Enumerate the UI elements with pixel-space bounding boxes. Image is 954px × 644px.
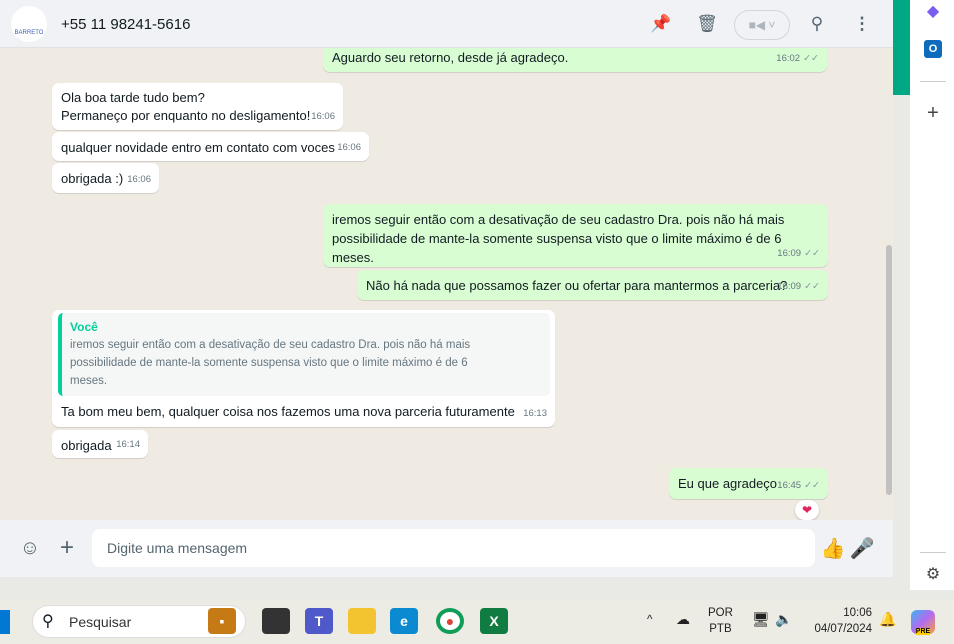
message-text: obrigada :): [61, 171, 124, 186]
pin-icon[interactable]: 📌: [649, 12, 673, 36]
cloud-offline-icon[interactable]: ☁: [676, 611, 690, 627]
message-time: 16:14: [116, 439, 140, 450]
message-outgoing[interactable]: Eu que agradeço 16:45 ✓✓: [669, 468, 828, 499]
message-incoming[interactable]: Ola boa tarde tudo bem? Permaneço por en…: [52, 83, 343, 130]
message-time: 16:45 ✓✓: [777, 480, 820, 491]
message-time: 16:06: [127, 174, 151, 185]
network-icon[interactable]: 🖥: [752, 611, 770, 627]
message-time: 16:02 ✓✓: [776, 53, 819, 64]
message-text: Permaneço por enquanto no desligamento!: [61, 108, 311, 123]
more-menu-icon[interactable]: ⋮: [850, 12, 874, 36]
message-text: Não há nada que possamos fazer ou oferta…: [366, 278, 788, 293]
read-ticks-icon: ✓✓: [803, 53, 819, 64]
message-text: iremos seguir então com a desativação de…: [332, 212, 785, 227]
read-ticks-icon: ✓✓: [804, 480, 820, 491]
message-outgoing[interactable]: Aguardo seu retorno, desde já agradeço. …: [323, 48, 827, 72]
task-view-icon[interactable]: [262, 608, 290, 634]
message-incoming[interactable]: qualquer novidade entro em contato com v…: [52, 132, 369, 161]
excel-icon[interactable]: X: [480, 608, 508, 634]
chevron-up-icon[interactable]: ^: [647, 612, 652, 628]
quote-author: Você: [70, 320, 98, 334]
copilot-icon[interactable]: ◆: [922, 0, 944, 22]
teams-icon[interactable]: T: [305, 608, 333, 634]
message-text: Aguardo seu retorno, desde já agradeço.: [332, 50, 569, 65]
search-icon[interactable]: ⚲: [805, 12, 829, 36]
copilot-pre-icon[interactable]: PRE: [911, 610, 935, 635]
message-time: 16:09 ✓✓: [777, 248, 820, 259]
windows-start-icon[interactable]: [0, 610, 10, 634]
message-incoming[interactable]: obrigada 16:14: [52, 430, 148, 458]
video-call-button[interactable]: ■◀ ˅: [734, 10, 790, 40]
add-icon[interactable]: +: [922, 102, 944, 124]
outlook-icon[interactable]: O: [924, 40, 942, 58]
message-text: qualquer novidade entro em contato com v…: [61, 140, 335, 155]
attach-plus-icon[interactable]: +: [54, 534, 80, 561]
message-text: obrigada: [61, 438, 112, 453]
message-incoming-reply[interactable]: Você iremos seguir então com a desativaç…: [52, 310, 555, 427]
input-language[interactable]: POR PTB: [708, 605, 733, 637]
message-text: Ta bom meu bem, qualquer coisa nos fazem…: [61, 404, 515, 419]
avatar-logo-text: BARRETO: [14, 30, 44, 36]
settings-gear-icon[interactable]: ⚙: [922, 563, 944, 585]
thumbs-up-icon[interactable]: 👍: [820, 535, 846, 561]
divider: [920, 552, 946, 553]
message-time: 16:09 ✓✓: [777, 281, 820, 292]
scrollbar-thumb[interactable]: [886, 245, 892, 495]
message-text: possibilidade de mante-la somente suspen…: [332, 231, 782, 265]
divider: [920, 81, 946, 82]
chrome-icon[interactable]: ●: [436, 608, 464, 634]
video-icon: ■◀ ˅: [748, 18, 776, 32]
accent-strip: [893, 0, 910, 95]
quote-text: meses.: [70, 375, 108, 387]
message-input[interactable]: Digite uma mensagem: [92, 529, 815, 567]
volume-icon[interactable]: 🔈: [775, 611, 792, 627]
heart-reaction-icon[interactable]: ❤: [795, 500, 819, 520]
message-outgoing[interactable]: Não há nada que possamos fazer ou oferta…: [357, 270, 828, 300]
message-list: Aguardo seu retorno, desde já agradeço. …: [0, 48, 893, 520]
avatar[interactable]: BARRETO: [11, 6, 47, 42]
clock[interactable]: 10:06 04/07/2024: [808, 605, 872, 637]
file-explorer-icon[interactable]: [348, 608, 376, 634]
message-time: 16:13: [523, 408, 547, 419]
briefcase-icon[interactable]: ▪: [208, 608, 236, 634]
quoted-message[interactable]: Você iremos seguir então com a desativaç…: [58, 313, 550, 396]
notification-bell-icon[interactable]: 🔔: [879, 611, 896, 627]
edge-icon[interactable]: e: [390, 608, 418, 634]
quote-text: iremos seguir então com a desativação de…: [70, 339, 471, 351]
read-ticks-icon: ✓✓: [804, 281, 820, 292]
search-label: Pesquisar: [69, 614, 132, 630]
read-ticks-icon: ✓✓: [804, 248, 820, 259]
microphone-icon[interactable]: 🎤: [849, 535, 875, 561]
message-outgoing[interactable]: iremos seguir então com a desativação de…: [323, 204, 828, 267]
edge-sidebar: [910, 0, 954, 590]
message-time: 16:06: [337, 142, 361, 153]
quote-text: possibilidade de mante-la somente suspen…: [70, 357, 468, 369]
search-icon: ⚲: [42, 613, 54, 630]
message-time: 16:06: [311, 111, 335, 122]
chat-header: BARRETO +55 11 98241-5616 📌 🗑 ■◀ ˅ ⚲ ⋮: [0, 0, 893, 48]
trash-icon[interactable]: 🗑: [695, 12, 719, 36]
message-text: Eu que agradeço: [678, 476, 778, 491]
message-text: Ola boa tarde tudo bem?: [61, 90, 205, 105]
contact-name[interactable]: +55 11 98241-5616: [61, 16, 190, 33]
emoji-icon[interactable]: ☺: [17, 535, 43, 561]
message-incoming[interactable]: obrigada :) 16:06: [52, 163, 159, 193]
